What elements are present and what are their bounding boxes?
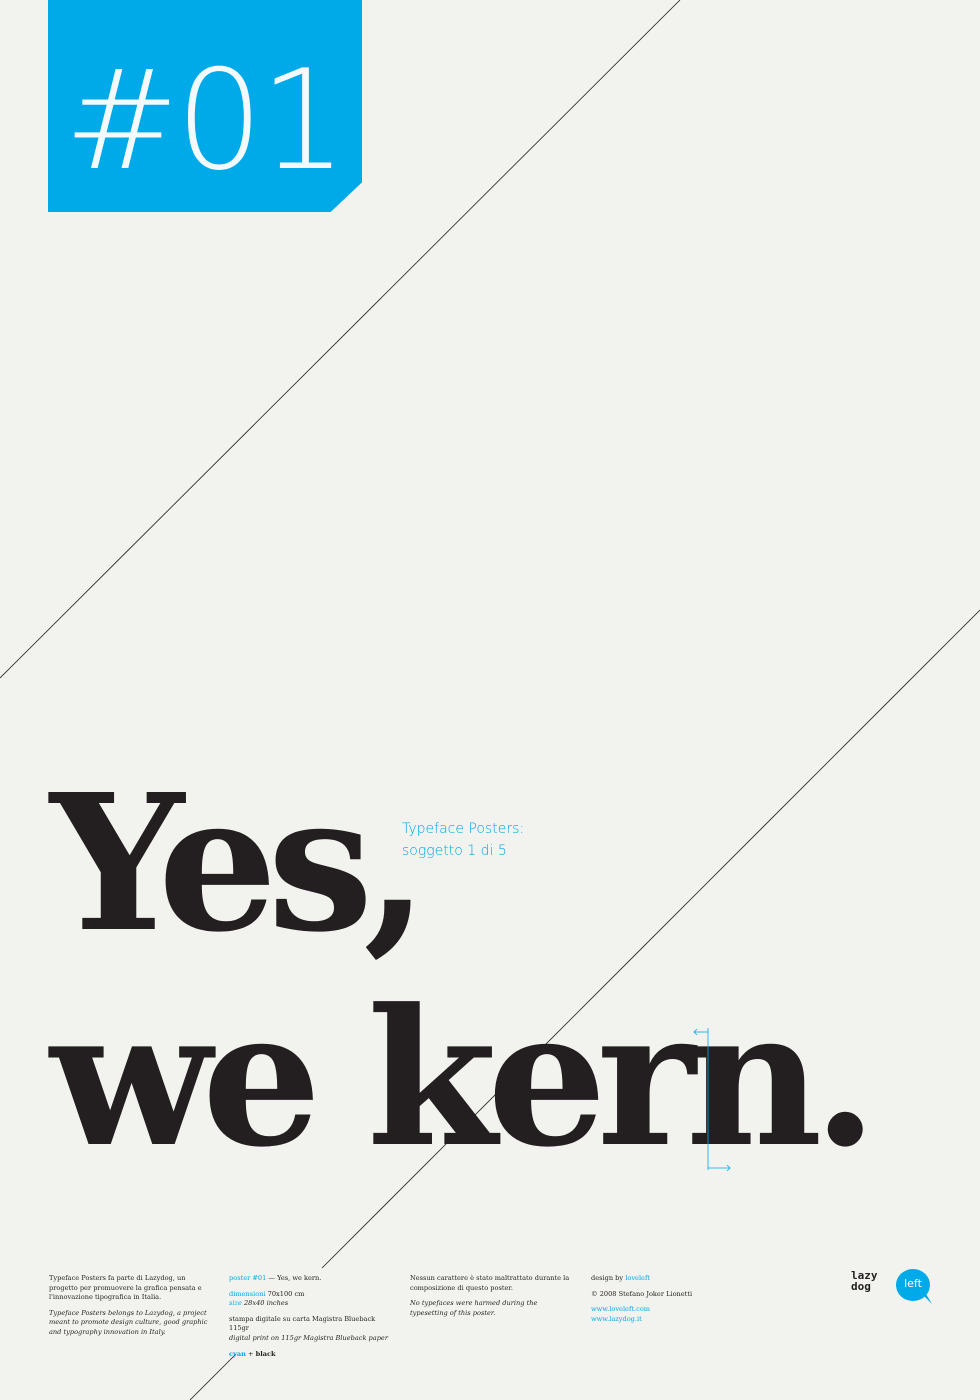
dimensions-value: 70x100 cm [267, 1289, 305, 1298]
design-line: design by loveleft [591, 1274, 751, 1284]
footer-credits: design by loveleft © 2008 Stefano Joker … [591, 1274, 751, 1330]
subtitle-line-2: soggetto 1 di 5 [402, 843, 507, 859]
color-cyan: cyan [229, 1349, 246, 1358]
print-english: digital print on 115gr Magistra Blueback… [229, 1333, 388, 1342]
size-value: 28x40 inches [243, 1299, 289, 1308]
color-separator: + [245, 1349, 256, 1358]
footer-about: Typeface Posters fa parte di Lazydog, un… [49, 1274, 209, 1344]
left-logo: left [896, 1269, 930, 1301]
disclaimer-english: No typefaces were harmed during the type… [410, 1299, 538, 1317]
headline-line-2: we kern. [50, 968, 878, 1189]
links: www.loveleft.com www.lazydog.it [591, 1305, 751, 1324]
subtitle-line-1: Typeface Posters: [402, 821, 525, 837]
footer-poster-info: poster #01 — Yes, we kern. dimensioni 70… [229, 1274, 389, 1365]
lazydog-logo: lazy dog [851, 1270, 885, 1292]
print-italian: stampa digitale su carta Magistra Blueba… [229, 1314, 376, 1333]
poster-label: poster #01 [229, 1274, 267, 1282]
lazydog-logo-line-2: dog [851, 1280, 871, 1293]
left-logo-text: left [904, 1277, 922, 1290]
poster-line: poster #01 — Yes, we kern. [229, 1274, 389, 1284]
color-black: black [255, 1349, 276, 1358]
size-label: size [229, 1299, 242, 1308]
designer-link[interactable]: loveleft [625, 1274, 650, 1282]
about-english: Typeface Posters belongs to Lazydog, a p… [49, 1308, 208, 1336]
series-subtitle: Typeface Posters: soggetto 1 di 5 [402, 818, 524, 862]
disclaimer-italian: Nessun carattere è stato maltrattato dur… [410, 1274, 570, 1292]
link-lazydog[interactable]: www.lazydog.it [591, 1315, 642, 1323]
headline-line-1: Yes, [50, 753, 429, 974]
kerning-marker-icon [693, 1028, 731, 1172]
dimensions-line: dimensioni 70x100 cm [229, 1290, 389, 1300]
poster-number: #01 [64, 40, 347, 201]
poster-title: — Yes, we kern. [268, 1274, 322, 1282]
colors-line: cyan + black [229, 1350, 389, 1360]
footer-disclaimer: Nessun carattere è stato maltrattato dur… [410, 1274, 570, 1324]
copyright: © 2008 Stefano Joker Lionetti [591, 1289, 693, 1298]
size-line: size 28x40 inches [229, 1299, 389, 1309]
about-italian: Typeface Posters fa parte di Lazydog, un… [49, 1274, 202, 1302]
print-info: stampa digitale su carta Magistra Blueba… [229, 1315, 389, 1344]
dimensions-label: dimensioni [229, 1289, 266, 1298]
design-label: design by [591, 1274, 626, 1282]
link-loveleft[interactable]: www.loveleft.com [591, 1305, 650, 1313]
